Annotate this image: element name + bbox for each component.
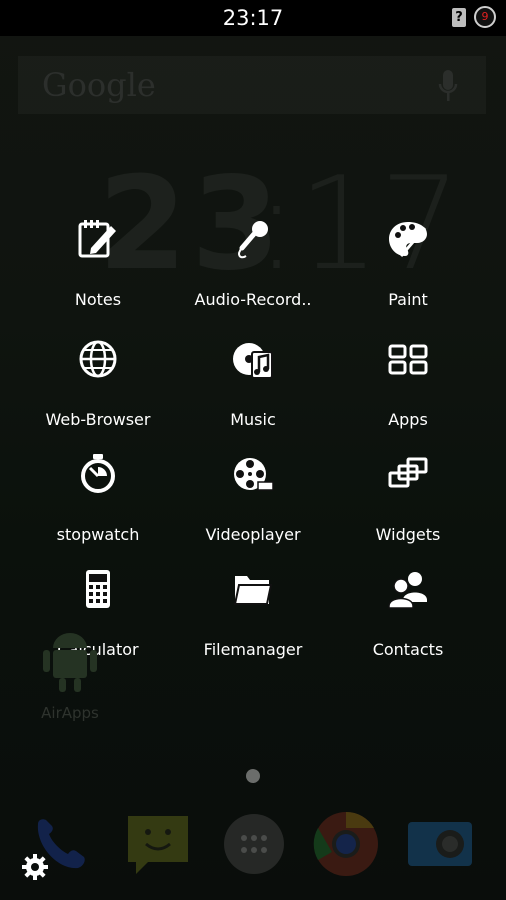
- google-search-bar[interactable]: Google: [18, 56, 486, 114]
- page-indicator: [246, 769, 260, 783]
- app-drawer-icon[interactable]: [220, 810, 288, 878]
- app-contacts[interactable]: Contacts: [324, 568, 492, 668]
- app-filemanager[interactable]: Filemanager: [169, 568, 337, 668]
- app-label: Contacts: [372, 640, 444, 659]
- messaging-icon[interactable]: [124, 810, 192, 878]
- app-label: Audio-Record..: [194, 290, 312, 309]
- microphone-icon: [238, 221, 268, 259]
- app-music[interactable]: Music: [169, 338, 337, 438]
- globe-icon: [79, 340, 117, 378]
- status-clock: 23:17: [222, 6, 284, 30]
- app-apps[interactable]: Apps: [324, 338, 492, 438]
- app-web-browser[interactable]: Web-Browser: [14, 338, 182, 438]
- film-reel-icon: [234, 458, 274, 491]
- app-widgets[interactable]: Widgets: [324, 453, 492, 553]
- app-audio-recorder[interactable]: Audio-Record..: [169, 218, 337, 318]
- shortcut-label: AirApps: [41, 704, 99, 722]
- app-label: Notes: [74, 290, 122, 309]
- app-label: Widgets: [375, 525, 441, 544]
- google-search-label: Google: [42, 66, 156, 104]
- mic-icon[interactable]: [438, 68, 458, 104]
- music-icon: [233, 343, 273, 379]
- desktop-shortcut-airapps[interactable]: AirApps: [30, 626, 110, 722]
- dock: [0, 800, 506, 900]
- gear-icon[interactable]: [20, 852, 50, 882]
- app-label: Apps: [388, 410, 428, 429]
- calculator-icon: [86, 570, 110, 608]
- status-bar: 23:17 ? 9: [0, 0, 506, 36]
- sim-unknown-icon: ?: [452, 8, 466, 27]
- contacts-icon: [388, 572, 427, 609]
- app-label: Videoplayer: [205, 525, 301, 544]
- app-videoplayer[interactable]: Videoplayer: [169, 453, 337, 553]
- app-label: Web-Browser: [45, 410, 151, 429]
- notes-icon: [78, 220, 116, 258]
- apps-grid-icon: [388, 344, 428, 375]
- app-stopwatch[interactable]: stopwatch: [14, 453, 182, 553]
- notification-badge: 9: [474, 6, 496, 28]
- app-label: stopwatch: [56, 525, 140, 544]
- folder-icon: [233, 576, 273, 605]
- app-label: Music: [230, 410, 276, 429]
- app-paint[interactable]: Paint: [324, 218, 492, 318]
- android-icon: [43, 633, 97, 692]
- app-notes[interactable]: Notes: [14, 218, 182, 318]
- chrome-icon[interactable]: [312, 810, 380, 878]
- widgets-icon: [388, 457, 428, 488]
- camera-icon[interactable]: [406, 810, 474, 878]
- stopwatch-icon: [81, 454, 115, 493]
- app-label: Filemanager: [203, 640, 303, 659]
- app-label: Paint: [388, 290, 428, 309]
- palette-icon: [389, 222, 427, 257]
